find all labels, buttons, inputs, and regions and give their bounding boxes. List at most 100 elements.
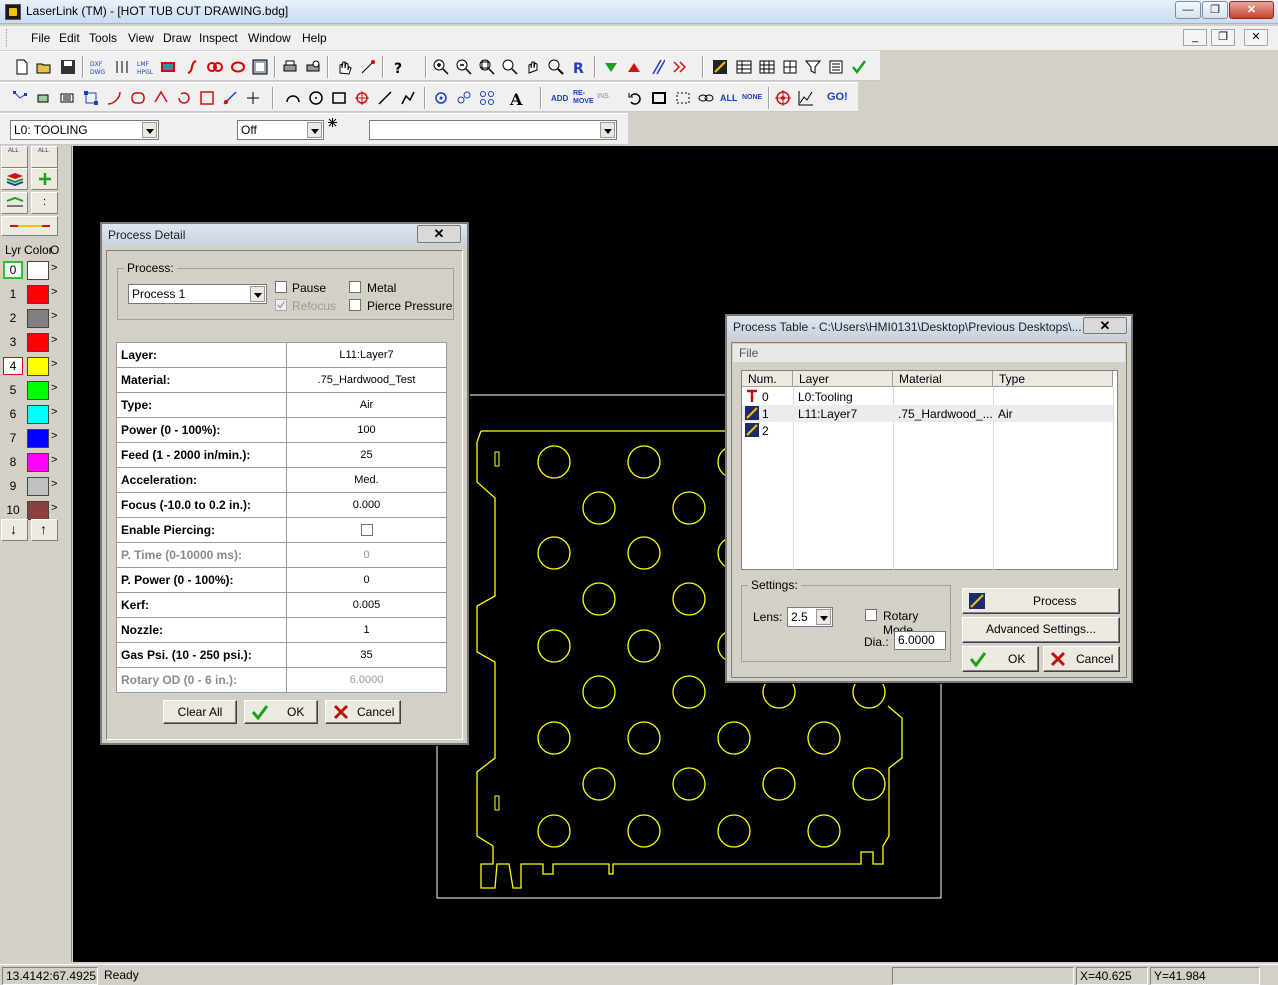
import-dxf-icon[interactable]: DXFDWG: [90, 59, 106, 75]
ok-button[interactable]: OK: [244, 700, 318, 724]
table-row[interactable]: 0 L0:Tooling: [742, 388, 1113, 405]
power-value[interactable]: 100: [286, 417, 447, 443]
layer-color-swatch[interactable]: [27, 261, 49, 280]
pan-hand-icon[interactable]: [336, 59, 352, 75]
file-menu[interactable]: File: [739, 346, 758, 360]
line-style-button[interactable]: [1, 216, 58, 236]
save-icon[interactable]: [60, 59, 76, 75]
layer-row[interactable]: 1 >: [1, 283, 61, 305]
open-folder-icon[interactable]: [36, 59, 52, 75]
minimize-button[interactable]: —: [1175, 1, 1201, 19]
layer-up-button[interactable]: ↑: [31, 519, 58, 541]
mirror-icon[interactable]: [222, 90, 238, 106]
print-icon[interactable]: [282, 59, 298, 75]
zoom-in-icon[interactable]: [433, 59, 449, 75]
focus-value[interactable]: 0.000: [286, 492, 447, 518]
process-button[interactable]: Process: [962, 588, 1120, 614]
hide-all-layers-button[interactable]: ALL: [31, 146, 58, 168]
chevron-right-icon[interactable]: >: [51, 406, 57, 418]
polyline-icon[interactable]: [400, 90, 416, 106]
print-preview-icon[interactable]: [305, 59, 321, 75]
material-value[interactable]: .75_Hardwood_Test: [286, 367, 447, 393]
ok-button[interactable]: OK: [962, 646, 1039, 672]
chevron-right-icon[interactable]: >: [51, 502, 57, 514]
p-time-value[interactable]: 0: [286, 542, 447, 568]
mode-select[interactable]: Off: [237, 120, 324, 140]
close-icon[interactable]: ✕: [1083, 317, 1127, 334]
column-layer[interactable]: Layer: [793, 371, 893, 387]
layer-color-swatch[interactable]: [27, 453, 49, 472]
picture-icon[interactable]: [252, 59, 268, 75]
menu-draw[interactable]: Draw: [163, 31, 191, 45]
layout-icon[interactable]: [782, 59, 798, 75]
loop-icon[interactable]: [230, 59, 246, 75]
select-all-button[interactable]: ALL: [720, 93, 738, 103]
layer-row[interactable]: 9 >: [1, 475, 61, 497]
layer-color-swatch[interactable]: [27, 501, 49, 520]
lens-select[interactable]: 2.5: [787, 607, 833, 627]
nozzle-value[interactable]: 1: [286, 617, 447, 643]
chevron-right-icon[interactable]: >: [51, 262, 57, 274]
zoom-window-icon[interactable]: [479, 59, 495, 75]
arc-icon[interactable]: [285, 90, 301, 106]
kerf-value[interactable]: 0.005: [286, 592, 447, 618]
select-nodes-icon[interactable]: [83, 90, 99, 106]
layer-color-swatch[interactable]: [27, 357, 49, 376]
layer-color-swatch[interactable]: [27, 309, 49, 328]
layer-color-swatch[interactable]: [27, 381, 49, 400]
chevron-right-icon[interactable]: >: [51, 358, 57, 370]
doc-restore-button[interactable]: ❐: [1211, 29, 1235, 46]
select-none-button[interactable]: NONE: [742, 94, 762, 101]
trace-icon[interactable]: [184, 59, 200, 75]
close-icon[interactable]: ✕: [417, 225, 461, 243]
undo-icon[interactable]: [627, 90, 643, 106]
table-row[interactable]: 2: [742, 422, 1113, 439]
p-power-value[interactable]: 0: [286, 567, 447, 593]
help-icon[interactable]: ?: [391, 59, 407, 75]
layer-value[interactable]: L11:Layer7: [286, 342, 447, 368]
arrow-down-green-icon[interactable]: [603, 59, 619, 75]
layer-group-button[interactable]: [1, 192, 28, 214]
grid-holes-icon[interactable]: [479, 90, 495, 106]
chevron-down-icon[interactable]: [142, 122, 157, 138]
menu-view[interactable]: View: [128, 31, 154, 45]
close-button[interactable]: ✕: [1229, 1, 1274, 19]
chevron-down-icon[interactable]: [250, 286, 265, 302]
sort-icon[interactable]: [828, 59, 844, 75]
import-hpgl-icon[interactable]: LMFHPGL: [137, 59, 153, 75]
redraw-icon[interactable]: R: [571, 59, 587, 75]
refocus-checkbox[interactable]: [275, 299, 287, 311]
layers-stack-button[interactable]: [1, 168, 28, 190]
slash-icon[interactable]: [649, 59, 665, 75]
layer-row[interactable]: 2 >: [1, 307, 61, 329]
cancel-button[interactable]: Cancel: [325, 700, 401, 724]
node-edit-icon[interactable]: [12, 90, 28, 106]
menu-tools[interactable]: Tools: [89, 31, 117, 45]
menu-window[interactable]: Window: [248, 31, 291, 45]
scale-icon[interactable]: [199, 90, 215, 106]
link-icon[interactable]: [698, 90, 714, 106]
chevron-down-icon[interactable]: [307, 122, 322, 138]
maximize-button[interactable]: ❐: [1202, 1, 1228, 19]
pierce-pressure-checkbox[interactable]: [349, 299, 361, 311]
chevron-right-icon[interactable]: >: [51, 334, 57, 346]
rotary-mode-checkbox[interactable]: [865, 609, 877, 621]
column-num[interactable]: Num.: [742, 371, 793, 387]
zoom-all-icon[interactable]: [548, 59, 564, 75]
rotary-od-value[interactable]: 6.0000: [286, 667, 447, 693]
column-material[interactable]: Material: [893, 371, 993, 387]
check-icon[interactable]: [851, 59, 867, 75]
enable-piercing-checkbox[interactable]: [360, 523, 373, 536]
layer-options-button[interactable]: :: [31, 192, 58, 214]
point-icon[interactable]: [433, 90, 449, 106]
copy-icon[interactable]: [60, 90, 76, 106]
text-select[interactable]: [369, 120, 617, 140]
doc-minimize-button[interactable]: _: [1183, 29, 1207, 46]
show-all-layers-button[interactable]: ALL: [1, 146, 28, 168]
layer-select[interactable]: L0: TOOLING: [10, 120, 159, 140]
image-import-icon[interactable]: [160, 59, 176, 75]
chevron-right-icon[interactable]: >: [51, 478, 57, 490]
graph-icon[interactable]: [798, 90, 814, 106]
chevron-right-icon[interactable]: >: [51, 454, 57, 466]
grid-icon[interactable]: [759, 59, 775, 75]
